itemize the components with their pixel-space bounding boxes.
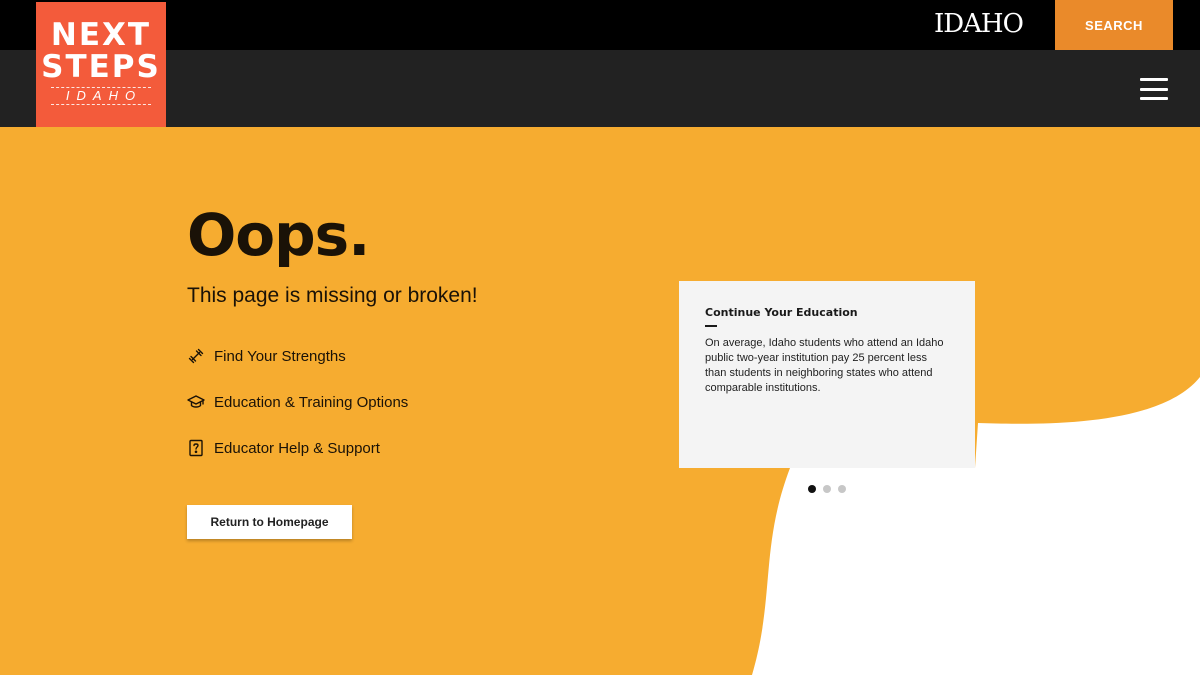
dumbbell-icon: [188, 348, 204, 364]
link-find-strengths[interactable]: Find Your Strengths: [187, 343, 408, 369]
link-label: Educator Help & Support: [214, 439, 380, 457]
return-home-button[interactable]: Return to Homepage: [187, 505, 352, 539]
card-divider: [705, 325, 717, 327]
logo-divider: [51, 104, 151, 105]
logo-line-next: NEXT: [50, 17, 152, 53]
link-educator-help[interactable]: Educator Help & Support: [187, 435, 408, 461]
nav-bar: [0, 50, 1200, 127]
hamburger-menu-icon[interactable]: [1140, 78, 1168, 100]
next-steps-logo[interactable]: NEXT STEPS IDAHO: [36, 2, 166, 127]
info-card: Continue Your Education On average, Idah…: [679, 281, 975, 468]
carousel-dots: [808, 485, 846, 493]
page-title: Oops.: [187, 201, 370, 269]
carousel-dot-2[interactable]: [823, 485, 831, 493]
card-body: On average, Idaho students who attend an…: [705, 337, 944, 394]
hamburger-line: [1140, 78, 1168, 81]
carousel-dot-3[interactable]: [838, 485, 846, 493]
link-label: Education & Training Options: [214, 393, 409, 411]
card-title: Continue Your Education: [705, 306, 858, 319]
carousel-dot-1[interactable]: [808, 485, 816, 493]
question-icon: [189, 439, 203, 457]
hamburger-line: [1140, 97, 1168, 100]
search-button[interactable]: SEARCH: [1055, 0, 1173, 50]
graduation-cap-icon: [187, 395, 205, 408]
logo-line-steps: STEPS: [41, 49, 161, 85]
error-message: Oops. This page is missing or broken!: [187, 200, 478, 308]
idaho-state-logo[interactable]: IDAHO: [934, 9, 1024, 39]
link-label: Find Your Strengths: [214, 347, 346, 365]
link-education-options[interactable]: Education & Training Options: [187, 389, 408, 415]
error-subtitle: This page is missing or broken!: [187, 284, 478, 307]
hamburger-line: [1140, 87, 1168, 91]
helpful-links: Find Your Strengths Education & Training…: [187, 343, 408, 481]
logo-line-idaho: IDAHO: [65, 88, 143, 103]
background-wave: [752, 377, 1200, 675]
